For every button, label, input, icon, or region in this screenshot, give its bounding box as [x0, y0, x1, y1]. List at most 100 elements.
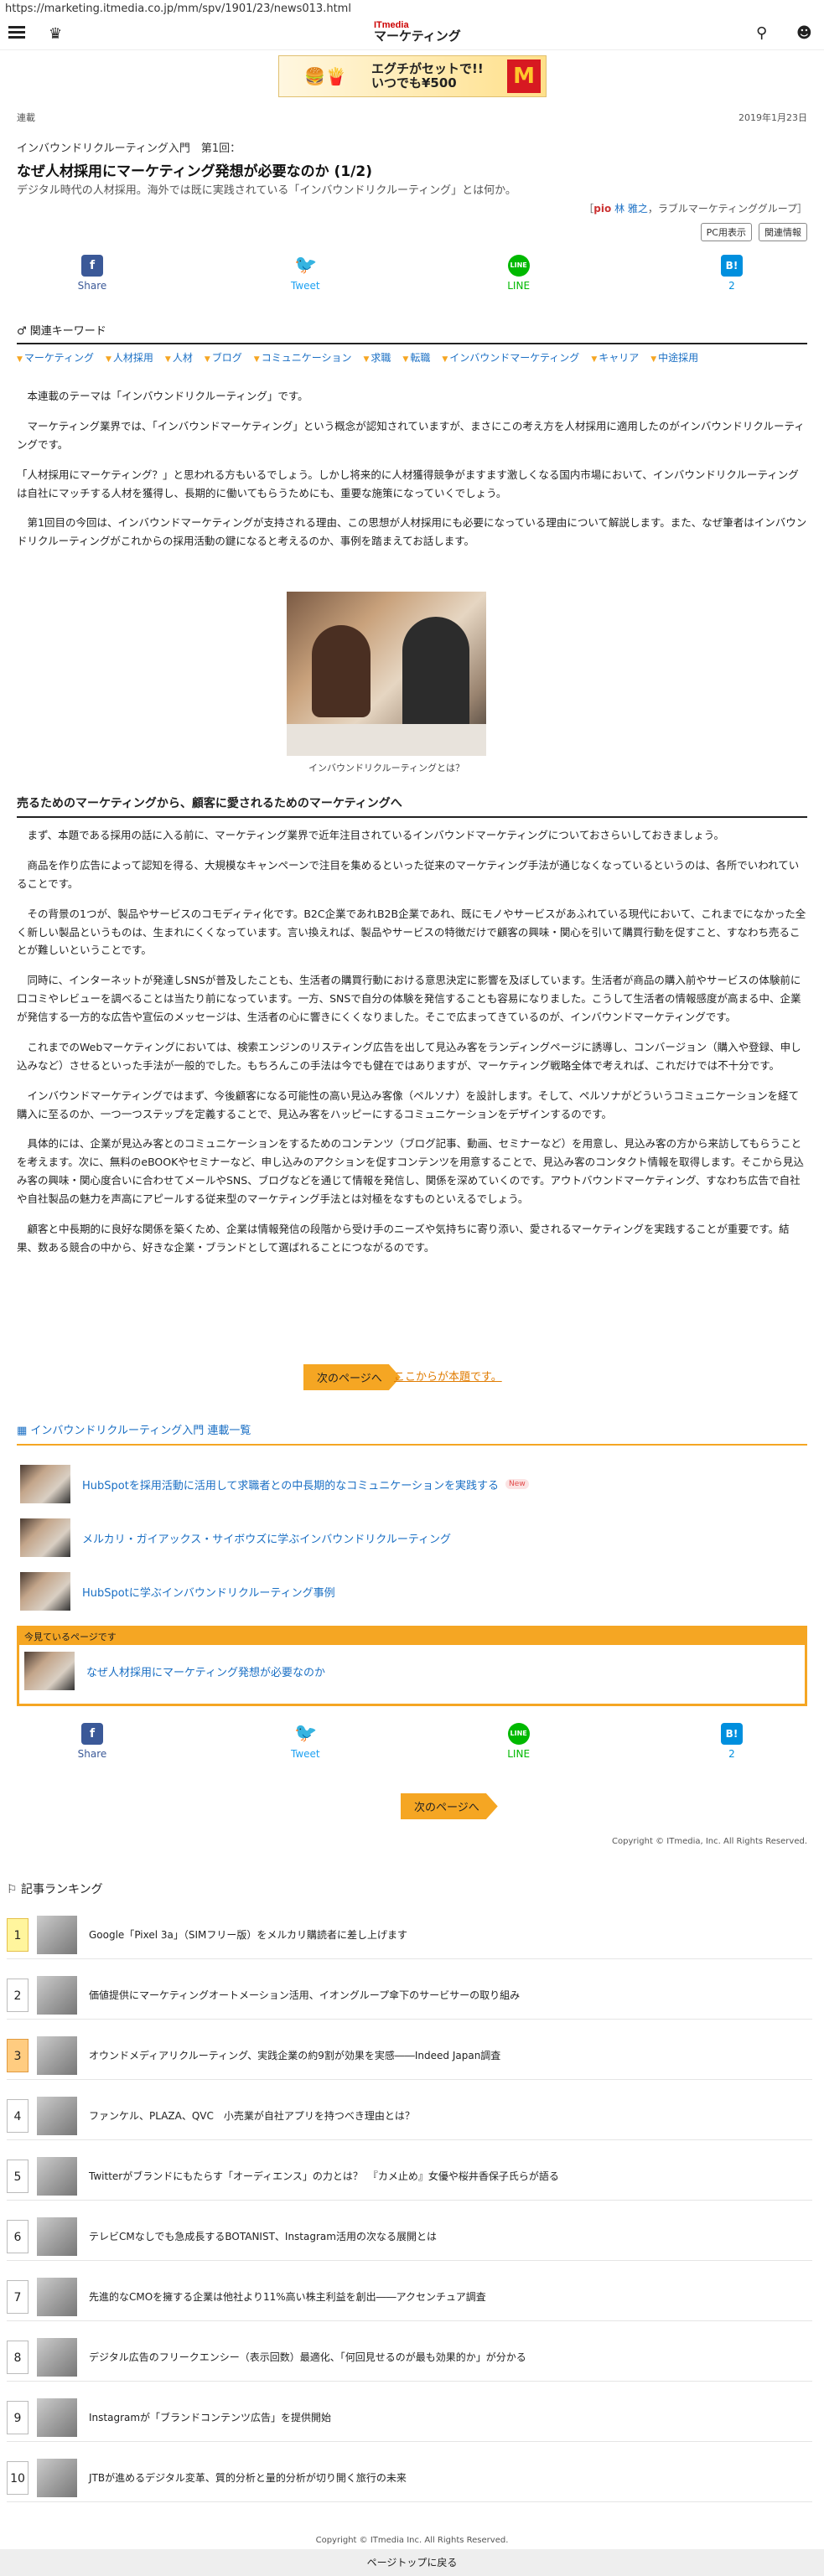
ranking-title[interactable]: JTBが進めるデジタル変革、質的分析と量的分析が切り開く旅行の未来 — [89, 2470, 407, 2485]
line-share[interactable]: LINE LINE — [494, 1723, 544, 1765]
related-info-button[interactable]: 関連情報 — [759, 223, 807, 241]
ranking-heading: ⚐ 記事ランキング — [7, 1880, 824, 1897]
next-page-button-bottom[interactable]: 次のページへ — [401, 1793, 498, 1819]
ranking-item[interactable]: 7 先進的なCMOを擁する企業は他社より11%高い株主利益を創出――アクセンチュア… — [7, 2273, 812, 2321]
current-page-label: 今見ているページです — [19, 1628, 805, 1645]
ranking-thumbnail — [37, 2216, 77, 2256]
keyword-link[interactable]: ブログ — [205, 350, 242, 365]
line-share[interactable]: LINE LINE — [494, 255, 544, 297]
hatena-share[interactable]: B! 2 — [707, 1723, 757, 1765]
ranking-item[interactable]: 5 Twitterがブランドにもたらす「オーディエンス」の力とは？ 『カメ止め』女… — [7, 2152, 812, 2201]
ranking-item[interactable]: 3 オウンドメディアリクルーティング、実践企業の約9割が効果を実感――Indeed… — [7, 2031, 812, 2080]
line-label: LINE — [507, 1748, 531, 1760]
paragraph: 本連載のテーマは「インバウンドリクルーティング」です。 — [17, 390, 308, 402]
ranking-thumbnail — [37, 2337, 77, 2377]
facebook-share[interactable]: f Share — [67, 1723, 117, 1765]
address-bar[interactable]: https://marketing.itmedia.co.jp/mm/spv/1… — [0, 0, 824, 18]
next-page-link[interactable]: ここからが本題です。 — [394, 1368, 502, 1384]
keyword-list: マーケティング 人材採用 人材 ブログ コミュニケーション 求職 転職 インバウ… — [17, 350, 807, 365]
paragraph: まず、本題である採用の話に入る前に、マーケティング業界で近年注目されているインバ… — [17, 829, 725, 841]
ranking-title[interactable]: 先進的なCMOを擁する企業は他社より11%高い株主利益を創出――アクセンチュア調… — [89, 2289, 486, 2304]
series-item[interactable]: HubSpotを採用活動に活用して求職者との中長期的なコミュニケーションを実践す… — [20, 1463, 807, 1505]
facebook-icon: f — [81, 255, 103, 277]
share-bar-bottom: f Share 🐦 Tweet LINE LINE B! 2 — [17, 1723, 807, 1765]
ranking-item[interactable]: 8 デジタル広告のフリークエンシー（表示回数）最適化、「何回見せるのが最も効果的か… — [7, 2333, 812, 2382]
keyword-link[interactable]: キャリア — [591, 350, 639, 365]
series-list-heading: ▦ インバウンドリクルーティング入門 連載一覧 — [17, 1421, 807, 1446]
crown-icon[interactable]: ♛ — [49, 25, 62, 43]
twitter-label: Tweet — [291, 1748, 320, 1760]
line-label: LINE — [507, 280, 531, 292]
series-item-title[interactable]: メルカリ・ガイアックス・サイボウズに学ぶインバウンドリクルーティング — [82, 1530, 451, 1546]
ranking-thumbnail — [37, 2458, 77, 2497]
author-pr: pio — [593, 203, 612, 215]
ranking-title[interactable]: Instagramが「ブランドコンテンツ広告」を提供開始 — [89, 2410, 331, 2424]
keyword-link[interactable]: 中途採用 — [650, 350, 698, 365]
rank-number: 5 — [7, 2159, 29, 2193]
page-top-button[interactable]: ページトップに戻る — [0, 2549, 824, 2576]
ranking-item[interactable]: 10 JTBが進めるデジタル変革、質的分析と量的分析が切り開く旅行の未来 — [7, 2454, 812, 2502]
series-item[interactable]: HubSpotに学ぶインバウンドリクルーティング事例 — [20, 1570, 807, 1612]
paragraph: マーケティング業界では、「インバウンドマーケティング」という概念が認知されていま… — [17, 419, 805, 451]
photo-table — [287, 724, 486, 756]
ranking-title[interactable]: テレビCMなしでも急成長するBOTANIST、Instagram活用の次なる展開… — [89, 2229, 437, 2243]
paragraph: 具体的には、企業が見込み客とのコミュニケーションをするためのコンテンツ（ブログ記… — [17, 1137, 804, 1205]
ranking-item[interactable]: 1 Google「Pixel 3a」（SIMフリー版）をメルカリ購読者に差し上げま… — [7, 1911, 812, 1959]
hatena-share[interactable]: B! 2 — [707, 255, 757, 297]
ranking-item[interactable]: 2 価値提供にマーケティングオートメーション活用、イオングループ傘下のサービサーの… — [7, 1971, 812, 2020]
line-icon: LINE — [507, 1723, 530, 1745]
ad-banner[interactable]: 🍔🍟 エグチがセットで!! いつでも¥500 M — [278, 55, 547, 97]
ranking-thumbnail — [37, 2156, 77, 2196]
keyword-link[interactable]: 人材 — [165, 350, 193, 365]
ranking-title[interactable]: ファンケル、PLAZA、QVC 小売業が自社アプリを持つべき理由とは？ — [89, 2108, 415, 2123]
ranking-item[interactable]: 9 Instagramが「ブランドコンテンツ広告」を提供開始 — [7, 2393, 812, 2442]
ranking-title[interactable]: 価値提供にマーケティングオートメーション活用、イオングループ傘下のサービサーの取… — [89, 1988, 520, 2002]
site-logo[interactable]: ITmedia マーケティング — [374, 21, 461, 43]
author-name[interactable]: 林 雅之 — [614, 203, 648, 215]
current-page-row[interactable]: なぜ人材採用にマーケティング発想が必要なのか — [19, 1645, 805, 1697]
ranking-item[interactable]: 4 ファンケル、PLAZA、QVC 小売業が自社アプリを持つべき理由とは？ — [7, 2092, 812, 2140]
twitter-share[interactable]: 🐦 Tweet — [280, 1723, 330, 1765]
author-suffix: ，ラブルマーケティンググループ］ — [647, 203, 807, 215]
brand-logo: M — [507, 59, 541, 93]
user-icon[interactable]: ☻ — [796, 24, 812, 42]
ranking-title[interactable]: デジタル広告のフリークエンシー（表示回数）最適化、「何回見せるのが最も効果的か」… — [89, 2350, 526, 2364]
hamburger-icon[interactable] — [8, 26, 25, 39]
current-page-title[interactable]: なぜ人材採用にマーケティング発想が必要なのか — [86, 1663, 325, 1679]
twitter-share[interactable]: 🐦 Tweet — [280, 255, 330, 297]
ranking-title[interactable]: Twitterがブランドにもたらす「オーディエンス」の力とは？ 『カメ止め』女優… — [89, 2169, 559, 2183]
keyword-link[interactable]: 求職 — [363, 350, 391, 365]
facebook-label: Share — [77, 1748, 107, 1760]
tag-icon: ♂ — [17, 325, 30, 338]
section-heading: 売るためのマーケティングから、顧客に愛されるためのマーケティングへ — [17, 794, 807, 818]
keyword-link[interactable]: 人材採用 — [106, 350, 153, 365]
ranking-title[interactable]: オウンドメディアリクルーティング、実践企業の約9割が効果を実感――Indeed … — [89, 2048, 500, 2062]
article-photo — [287, 592, 486, 756]
keyword-link[interactable]: 転職 — [402, 350, 430, 365]
series-thumbnail — [20, 1572, 70, 1611]
article-title: なぜ人材採用にマーケティング発想が必要なのか (1/2) — [17, 163, 372, 180]
article-meta: 連載 2019年1月23日 — [17, 111, 807, 124]
keyword-link[interactable]: コミュニケーション — [254, 350, 352, 365]
facebook-share[interactable]: f Share — [67, 255, 117, 297]
ranking-title[interactable]: Google「Pixel 3a」（SIMフリー版）をメルカリ購読者に差し上げます — [89, 1927, 407, 1942]
intro-text: 本連載のテーマは「インバウンドリクルーティング」です。 マーケティング業界では、… — [17, 387, 807, 562]
keyword-link[interactable]: インバウンドマーケティング — [442, 350, 579, 365]
series-item-title[interactable]: HubSpotを採用活動に活用して求職者との中長期的なコミュニケーションを実践す… — [82, 1477, 499, 1492]
rank-number: 10 — [7, 2460, 29, 2495]
rank-number: 3 — [7, 2038, 29, 2072]
paragraph: インバウンドマーケティングではまず、今後顧客になる可能性の高い見込み客像（ペルソ… — [17, 1089, 800, 1120]
photo-person-man — [402, 617, 469, 734]
facebook-label: Share — [77, 280, 107, 292]
series-list-heading-text: インバウンドリクルーティング入門 連載一覧 — [30, 1425, 251, 1437]
ranking-thumbnail — [37, 2277, 77, 2316]
keyword-link[interactable]: マーケティング — [17, 350, 94, 365]
hatena-count: 2 — [728, 280, 735, 292]
next-page-button[interactable]: 次のページへ — [303, 1364, 401, 1390]
ranking-item[interactable]: 6 テレビCMなしでも急成長するBOTANIST、Instagram活用の次なる展… — [7, 2212, 812, 2261]
search-icon[interactable]: ⚲ — [756, 24, 767, 42]
ranking-thumbnail — [37, 1975, 77, 2015]
pc-view-button[interactable]: PC用表示 — [700, 223, 752, 241]
series-item-title[interactable]: HubSpotに学ぶインバウンドリクルーティング事例 — [82, 1584, 335, 1600]
series-item[interactable]: メルカリ・ガイアックス・サイボウズに学ぶインバウンドリクルーティング — [20, 1517, 807, 1559]
